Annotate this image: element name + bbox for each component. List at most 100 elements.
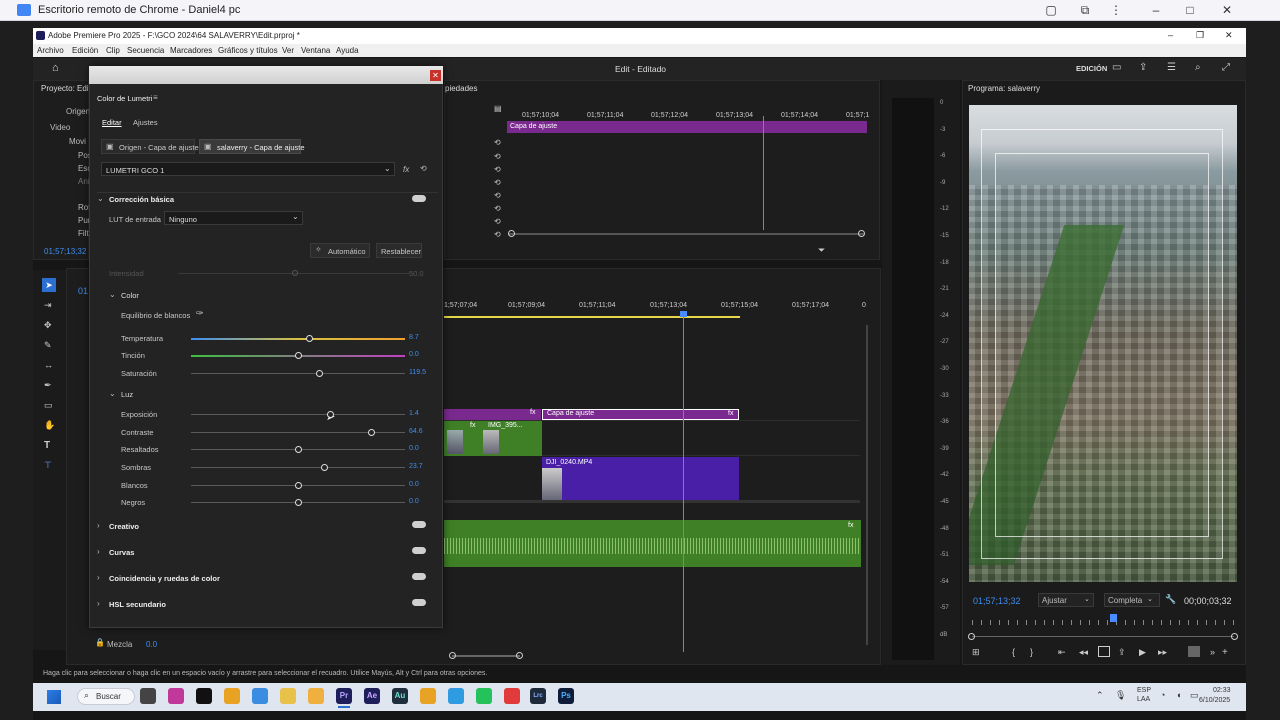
reset-param-icon[interactable]: ⟲ xyxy=(494,178,501,187)
timeline-timecode[interactable]: 01 xyxy=(78,286,88,296)
export-icon[interactable]: ⇪ xyxy=(1139,62,1147,73)
pr-restore-icon[interactable]: ❐ xyxy=(1196,30,1204,41)
section-color-wheels[interactable]: Coincidencia y ruedas de color xyxy=(109,574,220,583)
chevron-right-icon[interactable]: › xyxy=(97,573,100,582)
microphone-icon[interactable]: 🎙 xyxy=(1115,690,1126,701)
grid-icon[interactable]: ⊞ xyxy=(972,647,980,658)
panel-menu-icon[interactable]: ≡ xyxy=(153,93,158,102)
intensity-knob[interactable] xyxy=(292,270,298,276)
menu-lines-icon[interactable]: ☰ xyxy=(1167,62,1176,73)
close-icon[interactable]: ✕ xyxy=(1218,2,1236,18)
chrome-icon[interactable] xyxy=(420,688,436,704)
upper-scroll-handle-right[interactable] xyxy=(858,230,865,237)
program-video-frame[interactable] xyxy=(969,105,1237,582)
menu-archivo[interactable]: Archivo xyxy=(37,46,64,55)
chrome-icon[interactable] xyxy=(224,688,240,704)
export-frame-icon[interactable]: ⇪ xyxy=(1118,647,1126,658)
razor-icon[interactable]: ✎ xyxy=(44,340,52,351)
project-item[interactable]: Ani xyxy=(78,177,90,186)
chevron-up-icon[interactable]: ⌃ xyxy=(1096,690,1104,701)
program-playhead[interactable] xyxy=(1110,614,1117,622)
fullscreen-icon[interactable]: ⤢ xyxy=(1222,62,1230,73)
tab-ajustes[interactable]: Ajustes xyxy=(133,118,158,127)
curves-toggle[interactable] xyxy=(412,547,426,554)
app-icon[interactable] xyxy=(252,688,268,704)
wrench-icon[interactable]: 🔧 xyxy=(1165,594,1176,605)
menu-secuencia[interactable]: Secuencia xyxy=(127,46,164,55)
timeline-vscroll[interactable] xyxy=(866,325,868,645)
clock-time[interactable]: 02:33 xyxy=(1213,687,1231,694)
caption-tool-icon[interactable]: ⊤ xyxy=(44,460,52,471)
chevron-right-icon[interactable]: › xyxy=(97,599,100,608)
eyedropper-icon[interactable]: ✑ xyxy=(196,308,204,319)
program-zoom-bar[interactable] xyxy=(972,636,1234,637)
section-creative[interactable]: Creativo xyxy=(109,522,139,531)
play-icon[interactable]: ▶ xyxy=(1139,647,1146,658)
program-ruler[interactable] xyxy=(972,620,1234,625)
upper-playhead[interactable] xyxy=(763,116,764,230)
more-controls-icon[interactable]: » xyxy=(1210,647,1215,657)
light-subsection[interactable]: Luz xyxy=(121,390,133,399)
lumetri-close-icon[interactable]: ✕ xyxy=(430,70,441,81)
menu-ventana[interactable]: Ventana xyxy=(301,46,330,55)
more-options-icon[interactable]: ⋮ xyxy=(1107,2,1125,18)
volume-icon[interactable]: ◖ xyxy=(1176,690,1181,700)
upper-adjustment-clip[interactable] xyxy=(507,121,867,133)
adjustment-layer-clip-left[interactable] xyxy=(444,409,541,420)
menu-clip[interactable]: Clip xyxy=(106,46,120,55)
home-icon[interactable]: ⌂ xyxy=(52,62,59,74)
app-icon[interactable] xyxy=(504,688,520,704)
slider-track[interactable] xyxy=(191,373,405,374)
extension-icon[interactable]: ⧉ xyxy=(1076,2,1094,18)
program-zoom-left[interactable] xyxy=(968,633,975,640)
chevron-right-icon[interactable]: › xyxy=(97,547,100,556)
project-item[interactable]: Movi xyxy=(69,137,86,146)
workspace-edicion[interactable]: EDICIÓN xyxy=(1076,64,1107,73)
reset-param-icon[interactable]: ⟲ xyxy=(494,191,501,200)
mix-value[interactable]: 0.0 xyxy=(146,640,157,649)
panel-icon[interactable]: ▭ xyxy=(1112,62,1121,73)
language-code[interactable]: ESP xyxy=(1137,687,1151,694)
windows-start-icon[interactable] xyxy=(47,690,61,704)
mark-in-icon[interactable]: { xyxy=(1012,647,1015,657)
search-icon[interactable]: ⌕ xyxy=(1195,62,1201,73)
layout-icon[interactable]: ▤ xyxy=(494,104,502,113)
go-to-in-icon[interactable]: ⇤ xyxy=(1058,647,1066,658)
audition-icon[interactable]: Au xyxy=(392,688,408,704)
slider-knob[interactable] xyxy=(367,429,375,436)
properties-tab[interactable]: piedades xyxy=(445,84,477,93)
hand-icon[interactable]: ✋ xyxy=(44,420,55,431)
file-explorer-icon[interactable] xyxy=(280,688,296,704)
mark-out-icon[interactable]: } xyxy=(1030,647,1033,657)
selection-tool-icon[interactable]: ➤ xyxy=(42,278,56,292)
slider-knob[interactable] xyxy=(305,335,313,342)
chevron-down-icon[interactable]: ⌄ xyxy=(109,389,116,398)
section-basic-correction[interactable]: Corrección básica xyxy=(109,195,174,204)
timeline-hscroll-right[interactable] xyxy=(516,652,523,659)
ripple-edit-icon[interactable]: ✥ xyxy=(44,320,52,331)
slider-value[interactable]: 0.0 xyxy=(409,351,419,358)
timeline-hscroll[interactable] xyxy=(452,655,520,657)
slider-track[interactable] xyxy=(191,467,405,468)
slider-value[interactable]: 8.7 xyxy=(409,334,419,341)
slider-value[interactable]: 0.0 xyxy=(409,498,419,505)
menu-graficos[interactable]: Gráficos y títulos xyxy=(218,46,278,55)
program-monitor-title[interactable]: Programa: salaverry xyxy=(968,84,1040,93)
slider-knob[interactable] xyxy=(320,464,328,471)
section-curves[interactable]: Curvas xyxy=(109,548,134,557)
pen-icon[interactable]: ✒ xyxy=(44,380,52,391)
type-tool-icon[interactable]: T xyxy=(44,440,50,451)
section-hsl[interactable]: HSL secundario xyxy=(109,600,166,609)
slider-value[interactable]: 119.5 xyxy=(409,369,426,376)
app-icon[interactable] xyxy=(448,688,464,704)
photoshop-icon[interactable]: Ps xyxy=(558,688,574,704)
video-audio-divider[interactable] xyxy=(444,500,860,503)
work-area-bar[interactable] xyxy=(444,316,740,318)
minimize-icon[interactable]: – xyxy=(1147,2,1165,18)
project-item[interactable]: Filt xyxy=(78,229,89,238)
slider-track[interactable] xyxy=(191,338,405,340)
slider-value[interactable]: 0.0 xyxy=(409,445,419,452)
battery-icon[interactable]: ▭ xyxy=(1190,690,1199,701)
maximize-icon[interactable]: □ xyxy=(1181,2,1199,18)
menu-ver[interactable]: Ver xyxy=(282,46,294,55)
